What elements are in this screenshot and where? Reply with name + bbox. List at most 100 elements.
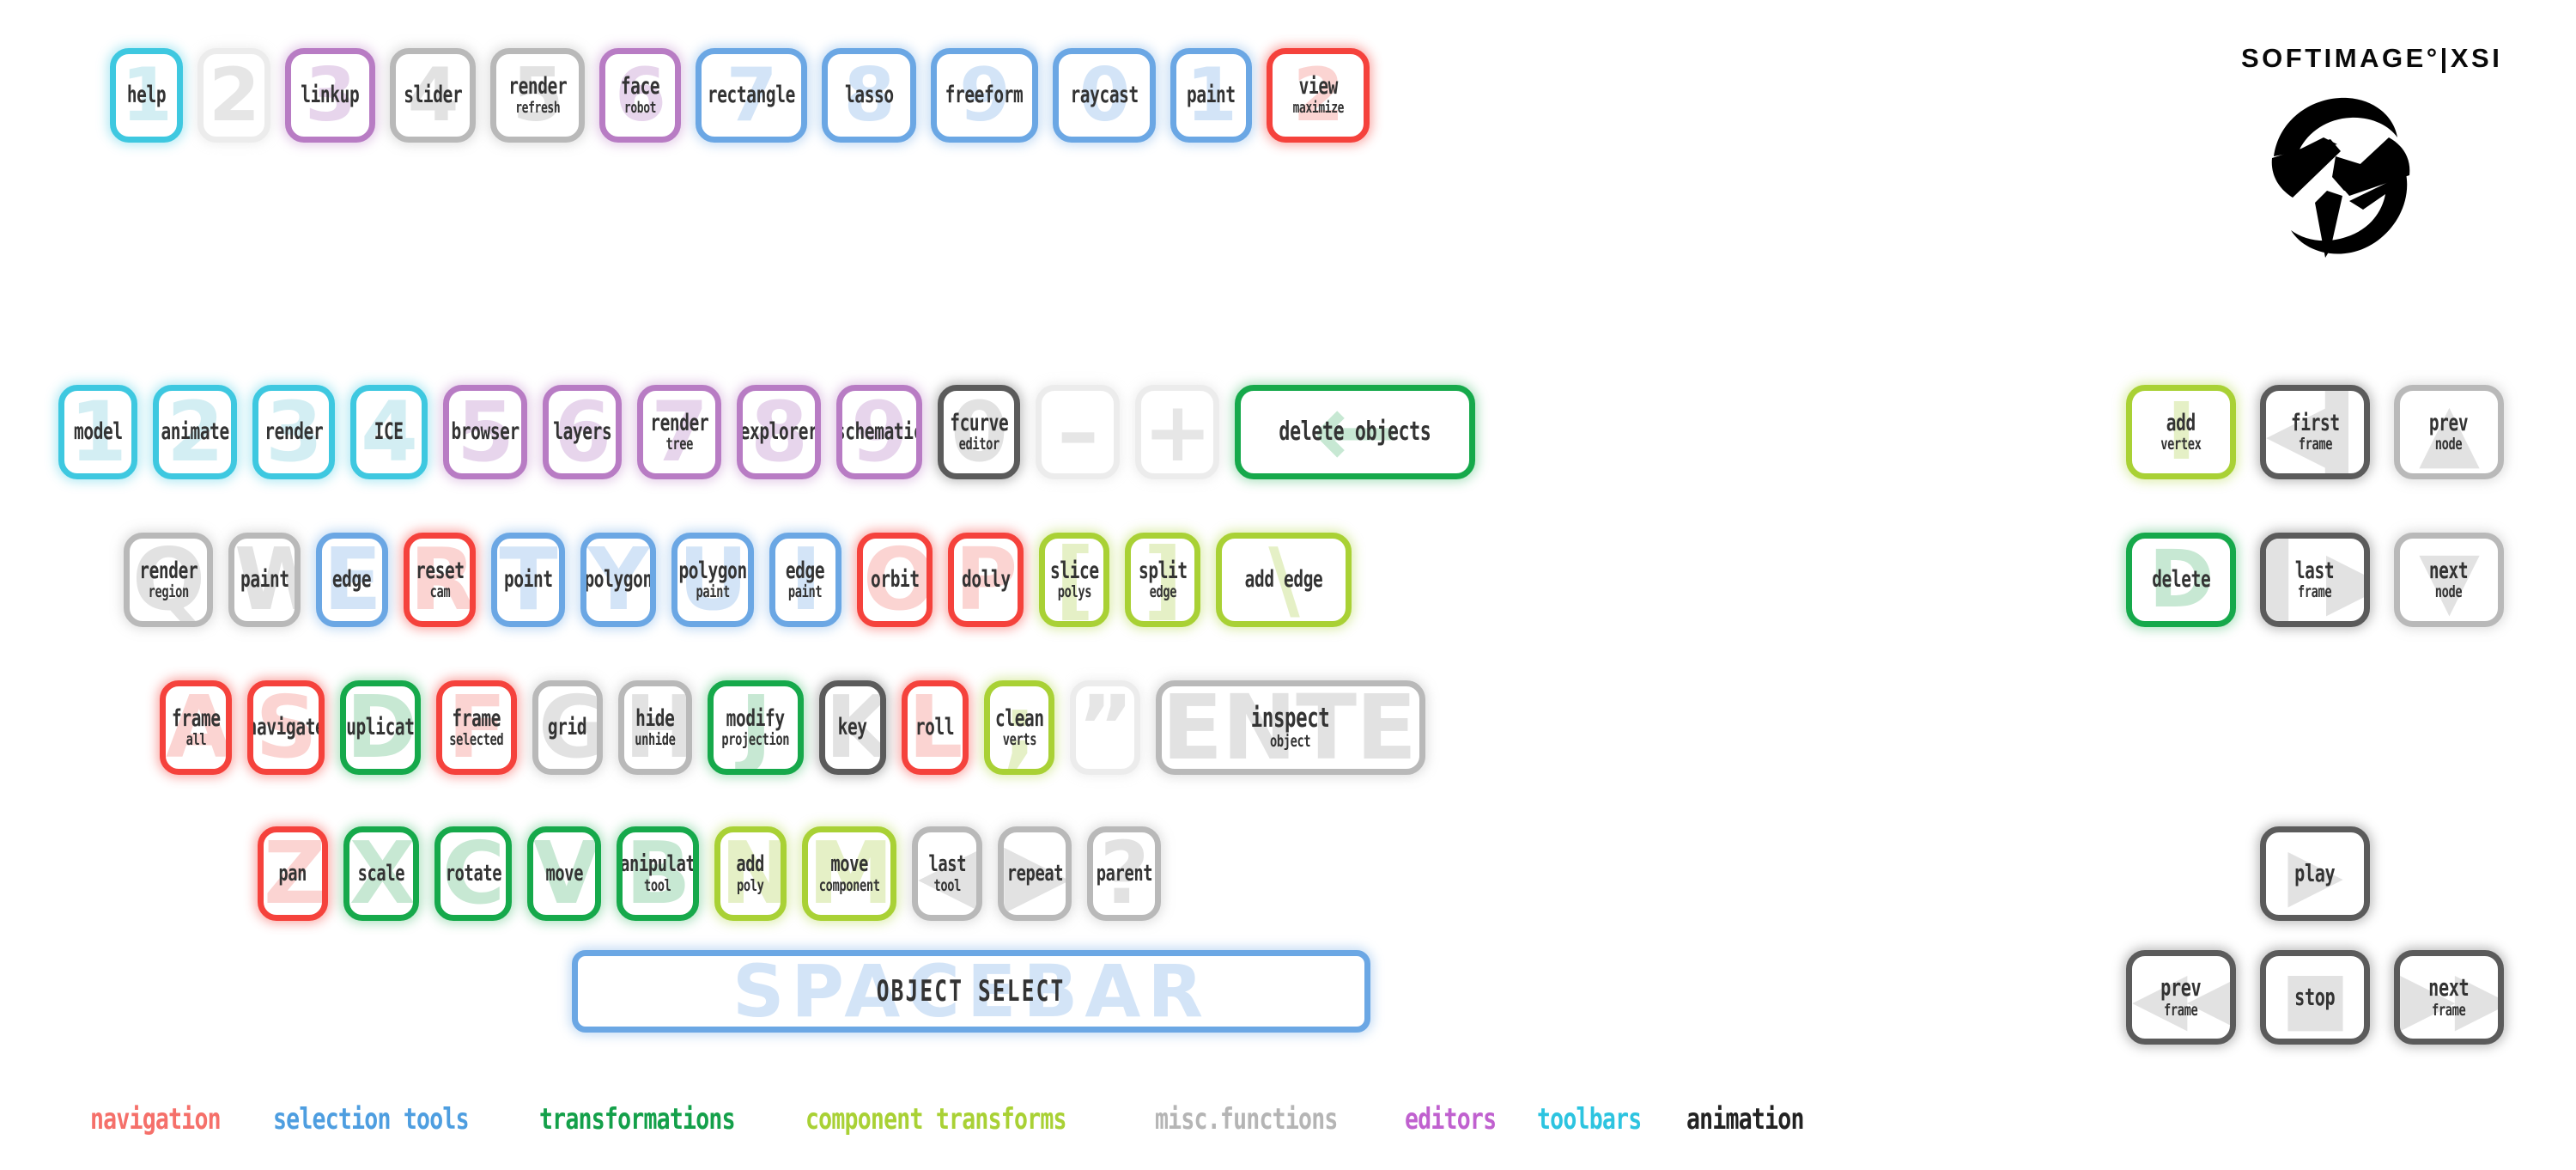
key-dolly[interactable]: Pdolly	[948, 533, 1024, 627]
key-label-main: render	[507, 73, 568, 101]
key-move[interactable]: Mmove component	[802, 826, 896, 921]
key-model[interactable]: 1 model	[58, 385, 137, 479]
key-lasso[interactable]: 8 lasso	[822, 48, 916, 143]
key-navigate[interactable]: Snavigate	[247, 680, 325, 775]
key-label: play	[2294, 861, 2335, 887]
key-render[interactable]: Qrender region	[124, 533, 213, 627]
key-label-main: view	[1298, 73, 1338, 101]
key-scale[interactable]: Xscale	[343, 826, 419, 921]
key-duplicate[interactable]: Dduplicate	[340, 680, 421, 775]
key-label-main: move	[545, 860, 583, 887]
key-split[interactable]: ] split edge	[1125, 533, 1200, 627]
key-frame[interactable]: Aframe all	[160, 680, 232, 775]
key-rectangle[interactable]: 7 rectangle	[696, 48, 807, 143]
key-roll[interactable]: Lroll	[902, 680, 969, 775]
key-animate[interactable]: 2 animate	[153, 385, 237, 479]
key-edge[interactable]: Iedge paint	[769, 533, 841, 627]
key-label-sub: frame	[2164, 1000, 2198, 1020]
key-pan[interactable]: Zpan	[258, 826, 328, 921]
key-label: pan	[279, 862, 307, 886]
key-polygon[interactable]: Ypolygon	[580, 533, 656, 627]
key-polygon[interactable]: Upolygon paint	[671, 533, 754, 627]
key-add[interactable]: Nadd poly	[714, 826, 787, 921]
key-label-main: animate	[161, 418, 229, 446]
key-label-sub: tool	[933, 875, 961, 895]
key-render[interactable]: 7 render tree	[637, 385, 721, 479]
key-paint[interactable]: 1 paint	[1170, 48, 1252, 143]
key-move[interactable]: Vmove	[527, 826, 601, 921]
key-render[interactable]: 5 render refresh	[490, 48, 585, 143]
key-label-sub: maximize	[1292, 98, 1344, 117]
key-label-main: polygon	[678, 557, 747, 584]
key-explorer[interactable]: 8 explorer	[737, 385, 821, 479]
key-point[interactable]: Tpoint	[491, 533, 565, 627]
key-prev[interactable]: ▲ prev node	[2394, 385, 2504, 479]
softimage-swirl-icon	[2241, 89, 2550, 269]
key-grid[interactable]: Ggrid	[532, 680, 603, 775]
key-label-main: slider	[403, 82, 463, 109]
key-label-sub: cam	[429, 582, 450, 602]
key--[interactable]: ”	[1070, 680, 1140, 775]
key-next[interactable]: ▶▶ next frame	[2394, 950, 2504, 1045]
key-2[interactable]: 2	[197, 48, 270, 143]
key-hide[interactable]: Hhide unhide	[618, 680, 692, 775]
key-face[interactable]: 6 face robot	[599, 48, 681, 143]
key-label-main: render	[649, 409, 709, 436]
key-label-sub: paint	[696, 582, 730, 602]
key-layers[interactable]: 6 layers	[543, 385, 622, 479]
key-slider[interactable]: 4 slider	[390, 48, 476, 143]
key-last[interactable]: ◀ last tool	[912, 826, 982, 921]
key-delete[interactable]: Ddelete	[2126, 533, 2236, 627]
key-freeform[interactable]: 9 freeform	[931, 48, 1038, 143]
key-paint[interactable]: Wpaint	[228, 533, 301, 627]
key-render[interactable]: 3 render	[252, 385, 335, 479]
key-label: split edge	[1139, 559, 1188, 601]
key-label: repeat	[1006, 862, 1063, 886]
key-schematic[interactable]: 9 schematic	[836, 385, 922, 479]
key-first[interactable]: ◀▍firstframe	[2260, 385, 2370, 479]
key-label: delete	[2152, 568, 2210, 592]
key--[interactable]: +	[1135, 385, 1219, 479]
key-fcurve[interactable]: 0 fcurve editor	[938, 385, 1020, 479]
key-key[interactable]: Kkey	[819, 680, 886, 775]
key-inspect[interactable]: ENTERinspectobject	[1156, 680, 1425, 775]
key-edge[interactable]: Eedge	[316, 533, 388, 627]
key-label-main: layers	[552, 418, 612, 446]
key--[interactable]: –	[1036, 385, 1120, 479]
key-label-sub: projection	[721, 730, 790, 750]
key-parent[interactable]: ? parent	[1087, 826, 1161, 921]
key-view[interactable]: 2 view maximize	[1267, 48, 1370, 143]
key-stop[interactable]: ■ stop	[2260, 950, 2370, 1045]
key-modify[interactable]: Jmodify projection	[708, 680, 804, 775]
key-label-main: raycast	[1070, 82, 1139, 109]
legend-item-selection-tools: selection tools	[272, 1102, 470, 1136]
key-ice[interactable]: 4 ICE	[350, 385, 428, 479]
key-add[interactable]: Iadd vertex	[2126, 385, 2236, 479]
key-label-main: delete objects	[1279, 416, 1431, 447]
key-add-edge[interactable]: \ add edge	[1216, 533, 1352, 627]
key-play[interactable]: ▶ play	[2260, 826, 2370, 921]
key-label: render refresh	[508, 75, 567, 116]
key-label-main: slice	[1049, 557, 1099, 584]
key-cap-glyph: ”	[1077, 680, 1134, 775]
key-raycast[interactable]: 0 raycast	[1053, 48, 1156, 143]
key-browser[interactable]: 5 browser	[443, 385, 527, 479]
key-spacebar[interactable]: SPACEBAR OBJECT SELECT	[572, 950, 1370, 1033]
key-last[interactable]: ▍▶lastframe	[2260, 533, 2370, 627]
key-next[interactable]: ▼ next node	[2394, 533, 2504, 627]
key-label-sub: polys	[1057, 582, 1091, 602]
key-reset[interactable]: Rreset cam	[404, 533, 476, 627]
key-repeat[interactable]: ▶ repeat	[998, 826, 1072, 921]
key-linkup[interactable]: 3 linkup	[285, 48, 375, 143]
key-orbit[interactable]: Oorbit	[857, 533, 933, 627]
key-manipulate[interactable]: Bmanipulatetool	[617, 826, 699, 921]
key-rotate[interactable]: Crotate	[434, 826, 512, 921]
key-slice[interactable]: [slice polys	[1039, 533, 1109, 627]
key-prev[interactable]: ◀◀ prev frame	[2126, 950, 2236, 1045]
key-clean[interactable]: ; clean verts	[984, 680, 1054, 775]
key-frame[interactable]: Fframe selected	[436, 680, 517, 775]
key-help[interactable]: 1 help	[110, 48, 183, 143]
key-label: next frame	[2428, 975, 2469, 1019]
key-label-main: render	[264, 418, 324, 446]
key-delete-objects[interactable]: ← delete objects	[1235, 385, 1475, 479]
